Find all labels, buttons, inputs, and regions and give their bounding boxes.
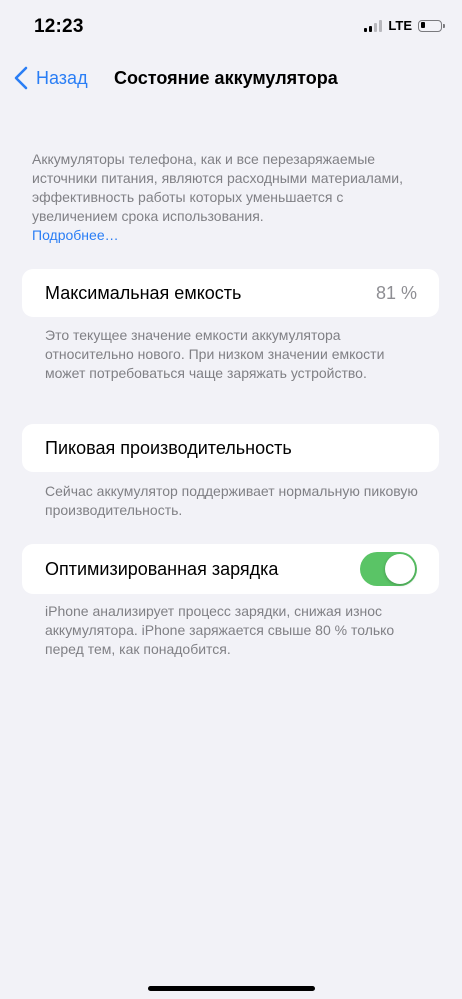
peak-performance-label: Пиковая производительность [45,438,292,458]
status-time: 12:23 [34,16,84,37]
status-bar: 12:23 LTE [0,0,462,56]
intro-section: Аккумуляторы телефона, как и все перезар… [32,150,432,245]
intro-text: Аккумуляторы телефона, как и все перезар… [32,151,403,224]
network-type: LTE [388,18,412,33]
chevron-left-icon [14,66,28,90]
battery-icon [418,19,445,32]
optimized-charging-label: Оптимизированная зарядка [45,559,279,579]
back-label: Назад [36,67,88,88]
max-capacity-value: 81 % [375,283,417,303]
status-indicators: LTE [364,18,445,33]
optimized-charging-row: Оптимизированная зарядка [22,544,439,594]
toggle-knob [385,554,415,584]
optimized-charging-toggle[interactable] [360,552,417,586]
peak-performance-footnote: Сейчас аккумулятор поддерживает нормальн… [45,483,418,518]
max-capacity-row: Максимальная емкость 81 % [22,269,439,317]
cellular-signal-icon [364,19,383,32]
back-button[interactable]: Назад [14,66,88,90]
home-indicator[interactable] [148,986,315,991]
page-title: Состояние аккумулятора [114,68,338,88]
navigation-bar: Назад Состояние аккумулятора [0,56,462,100]
optimized-charging-footnote: iPhone анализирует процесс зарядки, сниж… [45,603,395,657]
max-capacity-label: Максимальная емкость [45,283,242,303]
max-capacity-footnote: Это текущее значение емкости аккумулятор… [45,327,385,381]
learn-more-link[interactable]: Подробнее… [32,226,432,245]
peak-performance-row: Пиковая производительность [22,424,439,472]
